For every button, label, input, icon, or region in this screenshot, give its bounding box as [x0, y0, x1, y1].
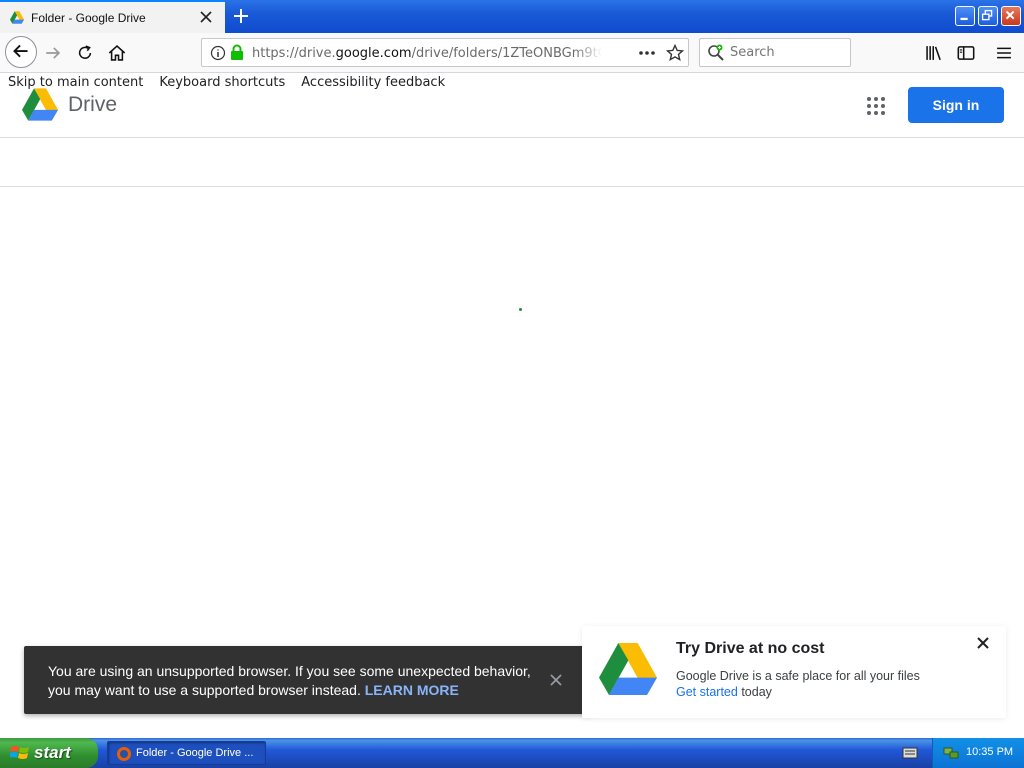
home-button[interactable] — [104, 40, 130, 66]
menu-button[interactable] — [991, 40, 1017, 66]
forward-arrow-icon — [46, 47, 61, 59]
restore-icon — [981, 9, 993, 21]
start-label: start — [34, 743, 71, 762]
loading-spinner — [519, 308, 522, 311]
promo-description: Google Drive is a safe place for all you… — [676, 669, 920, 683]
url-prefix: https://drive. — [252, 46, 336, 61]
windows-logo-icon — [10, 746, 29, 759]
promo-cta-line: Get started today — [676, 685, 772, 699]
skip-links: Skip to main content Keyboard shortcuts … — [8, 75, 445, 93]
close-window-icon — [1005, 10, 1015, 20]
get-started-link[interactable]: Get started — [676, 685, 738, 699]
promo-today-text: today — [741, 685, 772, 699]
library-icon — [926, 46, 941, 61]
bookmark-star-icon[interactable] — [666, 44, 684, 62]
toast-text: You are using an unsupported browser. If… — [48, 662, 538, 700]
minimize-button[interactable] — [955, 6, 975, 26]
taskbar-item-firefox[interactable]: Folder - Google Drive ... — [107, 741, 266, 765]
drive-logo-icon — [599, 643, 657, 695]
reload-button[interactable] — [72, 40, 98, 66]
browser-tab[interactable]: Folder - Google Drive — [0, 0, 225, 33]
toolbar-strip — [0, 138, 1024, 187]
network-icon[interactable] — [943, 745, 959, 761]
tab-title: Folder - Google Drive — [31, 11, 146, 25]
sign-in-button[interactable]: Sign in — [908, 87, 1004, 123]
url-text[interactable]: https://drive.google.com/drive/folders/1… — [252, 46, 602, 61]
search-input[interactable] — [730, 45, 840, 60]
learn-more-link[interactable]: LEARN MORE — [365, 682, 459, 698]
drive-favicon-icon — [10, 11, 24, 24]
navigation-toolbar: https://drive.google.com/drive/folders/1… — [0, 33, 1024, 73]
sidebar-icon — [957, 46, 975, 60]
address-bar[interactable]: https://drive.google.com/drive/folders/1… — [201, 38, 689, 67]
try-drive-promo: Try Drive at no cost Google Drive is a s… — [582, 626, 1006, 718]
taskbar: start Folder - Google Drive ... 10:35 PM — [0, 738, 1024, 768]
hamburger-menu-icon — [997, 47, 1011, 59]
search-icon — [708, 44, 724, 61]
library-button[interactable] — [921, 40, 947, 66]
lock-icon[interactable] — [230, 44, 244, 61]
close-promo-icon[interactable] — [976, 636, 990, 650]
info-icon[interactable] — [210, 45, 226, 61]
accessibility-feedback-link[interactable]: Accessibility feedback — [301, 75, 445, 93]
minimize-icon — [960, 17, 968, 21]
browser-titlebar: Folder - Google Drive — [0, 0, 1024, 33]
home-icon — [108, 45, 126, 61]
skip-to-main-link[interactable]: Skip to main content — [8, 75, 143, 93]
back-button[interactable] — [5, 36, 37, 68]
restore-button[interactable] — [978, 6, 998, 26]
new-tab-icon[interactable] — [231, 6, 251, 26]
url-host: google.com — [335, 46, 412, 61]
unsupported-browser-toast: You are using an unsupported browser. If… — [24, 646, 592, 714]
clock: 10:35 PM — [966, 746, 1014, 758]
close-icon[interactable] — [549, 673, 563, 687]
search-bar[interactable] — [699, 38, 851, 67]
close-window-button[interactable] — [1001, 6, 1021, 26]
forward-button[interactable] — [40, 40, 66, 66]
page-actions-icon[interactable] — [638, 46, 656, 60]
url-path: /drive/folders/1ZTeONBGm9tC5Rl — [411, 46, 602, 61]
sidebar-button[interactable] — [953, 40, 979, 66]
google-apps-icon[interactable] — [864, 94, 888, 118]
keyboard-icon[interactable] — [902, 746, 918, 760]
system-tray: 10:35 PM — [932, 738, 1024, 768]
product-name[interactable]: Drive — [68, 93, 117, 117]
promo-title: Try Drive at no cost — [676, 640, 825, 657]
firefox-icon — [117, 747, 131, 761]
back-arrow-icon — [13, 44, 28, 58]
taskbar-item-label: Folder - Google Drive ... — [136, 747, 254, 759]
reload-icon — [78, 45, 92, 59]
close-tab-icon[interactable] — [199, 10, 213, 24]
keyboard-shortcuts-link[interactable]: Keyboard shortcuts — [159, 75, 285, 93]
start-button[interactable]: start — [0, 738, 98, 768]
